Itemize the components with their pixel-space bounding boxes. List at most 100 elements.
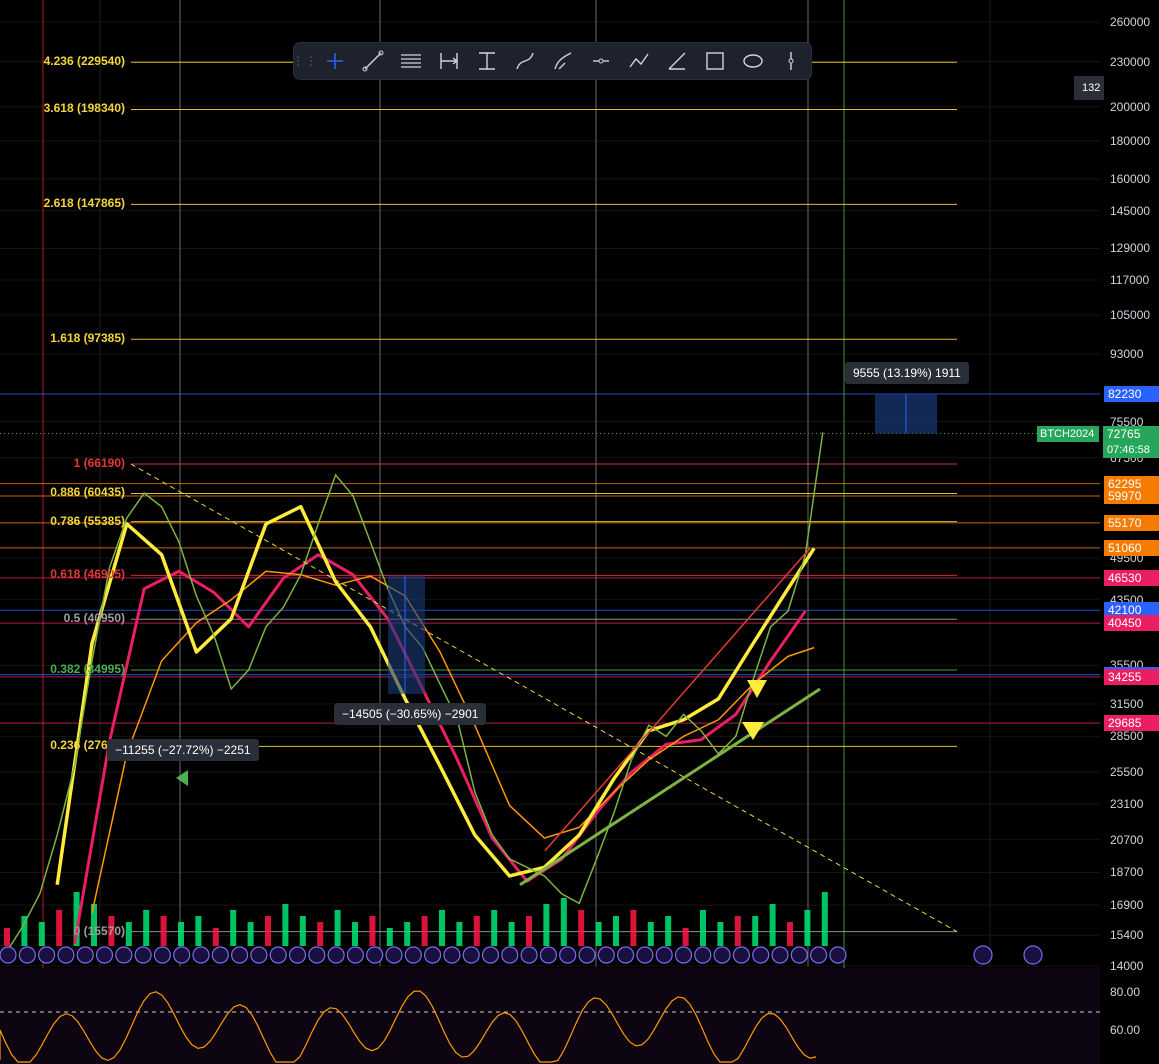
event-marker-icon[interactable] [211, 946, 229, 964]
axis-tick-label: 20700 [1110, 832, 1144, 847]
event-marker-icon[interactable] [1023, 945, 1043, 965]
price-label-tag: 82230 [1104, 385, 1159, 402]
event-marker-icon[interactable] [674, 946, 693, 964]
volume-bar [473, 916, 480, 946]
event-marker-icon[interactable] [424, 946, 442, 964]
event-marker-icon[interactable] [771, 946, 789, 964]
volume-bar [717, 922, 724, 946]
axis-tick-label: 93000 [1110, 347, 1144, 362]
volume-bar [299, 916, 306, 946]
event-marker-icon[interactable] [481, 946, 500, 964]
event-marker-icon[interactable] [134, 946, 152, 964]
event-marker-icon[interactable] [288, 946, 307, 964]
event-marker-icon[interactable] [76, 946, 94, 964]
event-marker-icon[interactable] [327, 946, 345, 964]
angle-icon[interactable] [658, 43, 696, 79]
ascending-trendline[interactable] [519, 687, 821, 887]
event-marker-icon[interactable] [443, 946, 461, 964]
polyline-icon[interactable] [620, 43, 658, 79]
event-marker-icon[interactable] [366, 946, 384, 964]
event-marker-icon[interactable] [597, 946, 615, 964]
channel-line[interactable] [544, 547, 811, 852]
event-marker-icon[interactable] [520, 946, 538, 964]
volume-bar [595, 922, 602, 946]
last-price: 72765 [1107, 427, 1141, 441]
axis-tick-label: 18700 [1110, 865, 1144, 880]
oscillator-tick-label: 80.00 [1110, 985, 1141, 999]
event-marker-icon[interactable] [790, 946, 808, 964]
axis-tick-label: 28500 [1110, 729, 1144, 744]
axis-tick-label: 145000 [1110, 203, 1151, 218]
volume-bar [682, 928, 689, 946]
axis-tick-label: 260000 [1110, 15, 1151, 29]
event-marker-icon[interactable] [559, 946, 577, 964]
drawing-toolbar[interactable]: ⋮⋮ [292, 43, 811, 79]
trend-line-icon[interactable] [354, 43, 392, 79]
event-marker-icon[interactable] [616, 946, 635, 964]
volume-bar [630, 910, 637, 946]
event-marker-icon[interactable] [636, 946, 654, 964]
chart-grid [0, 0, 1100, 1064]
volume-bar [578, 910, 585, 946]
volume-bars [4, 892, 828, 946]
axis-tick-label: 117000 [1110, 273, 1150, 287]
price-range-icon[interactable] [468, 43, 506, 79]
event-marker-icon[interactable] [752, 946, 770, 964]
horizontal-lines-icon[interactable] [392, 43, 430, 79]
event-marker-icon[interactable] [37, 946, 56, 964]
event-marker-icon[interactable] [346, 946, 364, 964]
fibonacci-lines [0, 61, 1100, 933]
event-marker-icon[interactable] [18, 946, 36, 964]
price-label-tag: 46530 [1104, 569, 1159, 586]
event-marker-icon[interactable] [462, 946, 480, 964]
event-marker-icon[interactable] [385, 946, 403, 964]
event-marker-icon[interactable] [0, 946, 17, 964]
event-marker-icon[interactable] [809, 946, 828, 964]
volume-bar [508, 922, 515, 946]
event-marker-icon[interactable] [732, 946, 751, 964]
horizontal-ray-icon[interactable] [582, 43, 620, 79]
price-label-tag: 29685 [1104, 715, 1159, 732]
measure-box-mid[interactable] [388, 575, 425, 694]
chart-canvas[interactable] [0, 0, 1159, 1064]
event-marker-icon[interactable] [578, 946, 596, 964]
brush-icon[interactable] [544, 43, 582, 79]
event-marker-icon[interactable] [250, 946, 268, 964]
event-markers[interactable] [0, 945, 1043, 965]
event-marker-icon[interactable] [192, 946, 210, 964]
crosshair-icon[interactable] [316, 43, 354, 79]
moving-averages [55, 504, 816, 944]
event-marker-icon[interactable] [308, 946, 326, 964]
volume-bar [317, 922, 324, 946]
price-label-tag: 55170 [1104, 514, 1159, 531]
event-marker-icon[interactable] [269, 946, 287, 964]
drawings[interactable] [130, 393, 958, 933]
event-marker-icon[interactable] [404, 946, 422, 964]
oscillator-pane [0, 968, 1100, 1064]
event-marker-icon[interactable] [829, 946, 847, 964]
volume-bar [439, 910, 445, 946]
axis-tick-label: 16900 [1110, 898, 1144, 913]
event-marker-icon[interactable] [713, 946, 731, 964]
drag-handle[interactable]: ⋮⋮ [292, 43, 317, 79]
event-marker-icon[interactable] [231, 946, 249, 964]
ellipse-icon[interactable] [734, 43, 772, 79]
event-marker-icon[interactable] [501, 946, 519, 964]
volume-bar [647, 922, 654, 946]
event-marker-icon[interactable] [655, 946, 673, 964]
curve-icon[interactable] [506, 43, 544, 79]
event-marker-icon[interactable] [173, 946, 191, 964]
event-marker-icon[interactable] [539, 946, 558, 964]
descending-trendline[interactable] [130, 463, 958, 933]
measure-label-up: 9555 (13.19%) 1911 [845, 362, 969, 384]
rectangle-icon[interactable] [696, 43, 734, 79]
event-marker-icon[interactable] [115, 946, 133, 964]
event-marker-icon[interactable] [95, 946, 114, 964]
vertical-line-icon[interactable] [772, 43, 810, 79]
event-marker-icon[interactable] [694, 946, 712, 964]
price-label-tag: 40450 [1104, 615, 1159, 632]
event-marker-icon[interactable] [57, 946, 75, 964]
date-range-icon[interactable] [430, 43, 468, 79]
event-marker-icon[interactable] [973, 945, 993, 965]
event-marker-icon[interactable] [153, 946, 171, 964]
